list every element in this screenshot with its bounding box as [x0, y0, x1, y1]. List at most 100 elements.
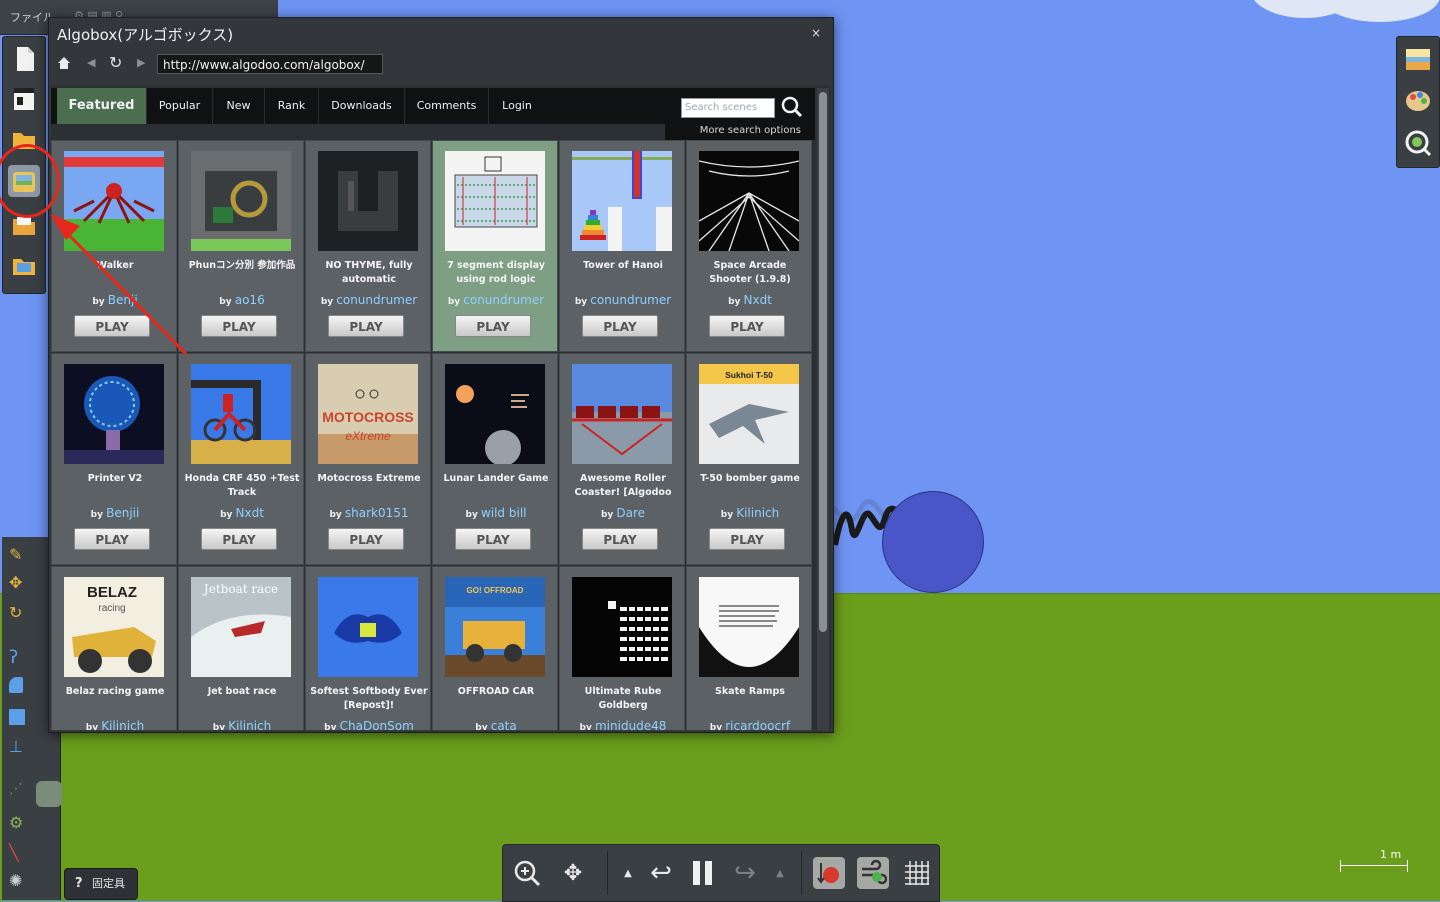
- scene-thumbnail[interactable]: [191, 364, 291, 464]
- scene-thumbnail[interactable]: [191, 151, 291, 251]
- home-icon[interactable]: [57, 56, 71, 74]
- undo-menu-arrow-icon[interactable]: ▲: [613, 857, 643, 889]
- scene-thumbnail[interactable]: Jetboat race: [191, 577, 291, 677]
- move-icon[interactable]: ✥: [557, 857, 589, 889]
- tab-popular[interactable]: Popular: [147, 88, 213, 124]
- more-search-options-link[interactable]: More search options: [665, 122, 815, 140]
- scene-thumbnail[interactable]: [699, 577, 799, 677]
- scene-thumbnail[interactable]: GO! OFFROAD: [445, 577, 545, 677]
- tracer-tool-icon[interactable]: ✺: [9, 871, 29, 891]
- scene-card[interactable]: Jetboat raceJet boat raceby KilinichPLAY: [178, 566, 304, 730]
- tab-rank[interactable]: Rank: [265, 88, 319, 124]
- forward-icon[interactable]: ▶: [137, 56, 145, 69]
- scene-author-link[interactable]: conundrumer: [590, 293, 671, 307]
- scene-author-link[interactable]: Nxdt: [744, 293, 772, 307]
- scene-card[interactable]: Printer V2 by Benjii PLAY: [51, 353, 177, 565]
- scene-author-link[interactable]: Nxdt: [236, 506, 264, 520]
- scene-author-link[interactable]: Kilinich: [101, 719, 144, 730]
- scene-thumbnail[interactable]: [318, 151, 418, 251]
- gear-tool-icon[interactable]: [36, 781, 62, 807]
- plane-tool-icon[interactable]: ⊥: [9, 737, 29, 757]
- redo-icon[interactable]: ↪: [729, 857, 761, 889]
- scene-card[interactable]: Ultimate Rube Goldbergby minidude48PLAY: [559, 566, 685, 730]
- scene-settings-icon[interactable]: [8, 83, 40, 115]
- undo-icon[interactable]: ↩: [645, 857, 677, 889]
- scene-author-link[interactable]: wild bill: [481, 506, 527, 520]
- scene-card[interactable]: Sukhoi T-50 T-50 bomber game by Kilinich PL…: [686, 353, 812, 565]
- polygon-tool-icon[interactable]: [9, 677, 23, 693]
- scene-thumbnail[interactable]: [64, 364, 164, 464]
- url-field[interactable]: http://www.algodoo.com/algobox/: [157, 54, 383, 74]
- scene-thumbnail[interactable]: [572, 151, 672, 251]
- scene-thumbnail[interactable]: [572, 577, 672, 677]
- scene-thumbnail[interactable]: [445, 151, 545, 251]
- tab-login[interactable]: Login: [489, 88, 545, 124]
- back-icon[interactable]: ◀: [87, 56, 95, 69]
- play-button[interactable]: PLAY: [582, 528, 658, 550]
- tab-downloads[interactable]: Downloads: [319, 88, 405, 124]
- search-input[interactable]: Search scenes: [681, 98, 775, 118]
- scene-card[interactable]: NO THYME, fully automatic by conundrumer P…: [305, 140, 431, 352]
- scene-card[interactable]: Lunar Lander Game by wild bill PLAY: [432, 353, 558, 565]
- scene-thumbnail[interactable]: Sukhoi T-50: [699, 364, 799, 464]
- new-scene-icon[interactable]: [8, 43, 40, 75]
- palette-icon[interactable]: [1404, 87, 1432, 115]
- scene-author-link[interactable]: Dare: [616, 506, 645, 520]
- play-button[interactable]: PLAY: [328, 315, 404, 337]
- save-scene-icon[interactable]: [8, 249, 40, 281]
- play-button[interactable]: PLAY: [201, 315, 277, 337]
- pause-icon[interactable]: [687, 857, 719, 889]
- chain-tool-icon[interactable]: ⋰: [9, 781, 29, 801]
- scene-card[interactable]: Awesome Roller Coaster! [Algodoo by Dare P…: [559, 353, 685, 565]
- scene-info-icon[interactable]: [1404, 129, 1432, 157]
- gravity-icon[interactable]: [813, 857, 845, 889]
- scene-author-link[interactable]: ChaDonSom: [340, 719, 414, 730]
- scene-author-link[interactable]: ao16: [235, 293, 265, 307]
- air-resistance-icon[interactable]: [857, 857, 889, 889]
- play-button[interactable]: PLAY: [455, 528, 531, 550]
- rotate-tool-icon[interactable]: ↻: [9, 603, 29, 623]
- reload-icon[interactable]: ↻: [109, 53, 122, 72]
- scene-card[interactable]: BELAZracingBelaz racing gameby KilinichP…: [51, 566, 177, 730]
- scene-author-link[interactable]: cata: [491, 719, 517, 730]
- scene-author-link[interactable]: conundrumer: [336, 293, 417, 307]
- scene-thumbnail[interactable]: MOTOCROSS eXtreme: [318, 364, 418, 464]
- scene-thumbnail[interactable]: BELAZ racing: [64, 577, 164, 677]
- scene-thumbnail[interactable]: [445, 364, 545, 464]
- scene-card[interactable]: Tower of Hanoi by conundrumer PLAY: [559, 140, 685, 352]
- zoom-icon[interactable]: [511, 857, 543, 889]
- scene-author-link[interactable]: conundrumer: [463, 293, 544, 307]
- tab-featured[interactable]: Featured: [57, 88, 147, 124]
- scene-thumbnail[interactable]: [572, 364, 672, 464]
- play-button[interactable]: PLAY: [709, 315, 785, 337]
- play-button[interactable]: PLAY: [328, 528, 404, 550]
- ball-object[interactable]: [882, 491, 984, 593]
- background-icon[interactable]: [1404, 45, 1432, 73]
- scrollbar-thumb[interactable]: [819, 92, 827, 632]
- play-button[interactable]: PLAY: [201, 528, 277, 550]
- scene-author-link[interactable]: Benjii: [106, 506, 139, 520]
- scene-card[interactable]: Softest Softbody Ever [Repost]! by ChaDon…: [305, 566, 431, 730]
- play-button[interactable]: PLAY: [582, 315, 658, 337]
- close-icon[interactable]: ×: [811, 26, 821, 40]
- fixate-tool-icon[interactable]: ⚙: [9, 813, 29, 833]
- scene-author-link[interactable]: Kilinich: [228, 719, 271, 730]
- tab-comments[interactable]: Comments: [405, 88, 489, 124]
- scene-thumbnail[interactable]: [699, 151, 799, 251]
- box-tool-icon[interactable]: [9, 709, 25, 725]
- scene-card[interactable]: Space Arcade Shooter (1.9.8) by Nxdt PLAY: [686, 140, 812, 352]
- scene-card[interactable]: Skate Rampsby ricardoocrfPLAY: [686, 566, 812, 730]
- scene-card[interactable]: GO! OFFROADOFFROAD CARby cataPLAY: [432, 566, 558, 730]
- tab-new[interactable]: New: [213, 88, 265, 124]
- move-tool-icon[interactable]: ✥: [9, 573, 29, 593]
- search-icon[interactable]: [781, 96, 803, 118]
- sketch-tool-icon[interactable]: ✎: [9, 545, 29, 565]
- redo-menu-arrow-icon[interactable]: ▲: [765, 857, 795, 889]
- scrollbar[interactable]: [817, 88, 829, 730]
- rope-tool-icon[interactable]: ʔ: [9, 647, 29, 668]
- play-button[interactable]: PLAY: [455, 315, 531, 337]
- laser-tool-icon[interactable]: ╲: [9, 843, 29, 863]
- scene-author-link[interactable]: ricardoocrf: [725, 719, 790, 730]
- play-button[interactable]: PLAY: [709, 528, 785, 550]
- scene-card[interactable]: 7 segment display using rod logic by conu…: [432, 140, 558, 352]
